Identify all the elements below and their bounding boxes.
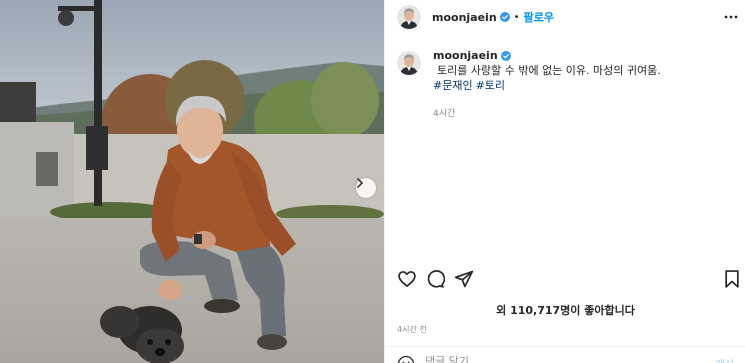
caption-username[interactable]: moonjaein [433, 48, 498, 63]
caption-timestamp: 4시간 [433, 109, 456, 119]
hashtag-link[interactable]: #문재인 [433, 79, 473, 92]
more-options-button[interactable] [724, 10, 738, 24]
avatar-image [397, 5, 421, 29]
like-count[interactable]: 외 110,717명이 좋아합니다 [385, 302, 745, 318]
post-comment-button[interactable]: 게시 [716, 356, 734, 363]
caption-line: moonjaein 토리를 사랑할 수 밖에 없는 이유. 마성의 귀여움. [433, 48, 737, 78]
separator-dot: • [513, 11, 520, 23]
avatar-image [397, 51, 421, 75]
caption-avatar[interactable] [397, 51, 421, 75]
emoji-icon[interactable] [397, 355, 415, 363]
follow-button[interactable]: 팔로우 [524, 9, 554, 25]
caption-text: 토리를 사랑할 수 밖에 없는 이유. 마성의 귀여움. [437, 64, 661, 77]
comment-input[interactable] [425, 355, 685, 363]
comment-bar: 게시 [385, 346, 745, 363]
post-photo[interactable] [0, 0, 384, 363]
send-icon[interactable] [454, 269, 474, 289]
chevron-right-icon [357, 178, 364, 188]
bookmark-icon[interactable] [722, 269, 742, 289]
post-timestamp: 4시간 전 [397, 325, 427, 334]
caption-body: moonjaein 토리를 사랑할 수 밖에 없는 이유. 마성의 귀여움. #… [433, 48, 737, 122]
username[interactable]: moonjaein [432, 11, 497, 24]
action-bar [385, 268, 745, 290]
verified-badge-icon [499, 12, 510, 22]
verified-badge-icon [500, 50, 511, 61]
next-photo-button[interactable] [356, 178, 376, 198]
hashtags: #문재인 #토리 [433, 78, 737, 93]
photo-illustration [0, 0, 384, 363]
post-details-panel: moonjaein • 팔로우 moonjaein 토리를 사랑할 수 밖에 없… [384, 0, 745, 363]
hashtag-link[interactable]: #토리 [476, 79, 505, 92]
post-header: moonjaein • 팔로우 [385, 0, 745, 34]
comment-icon[interactable] [425, 269, 445, 289]
avatar[interactable] [397, 5, 421, 29]
heart-icon[interactable] [397, 269, 417, 289]
ellipsis-icon [724, 15, 738, 19]
caption: moonjaein 토리를 사랑할 수 밖에 없는 이유. 마성의 귀여움. #… [397, 48, 737, 122]
